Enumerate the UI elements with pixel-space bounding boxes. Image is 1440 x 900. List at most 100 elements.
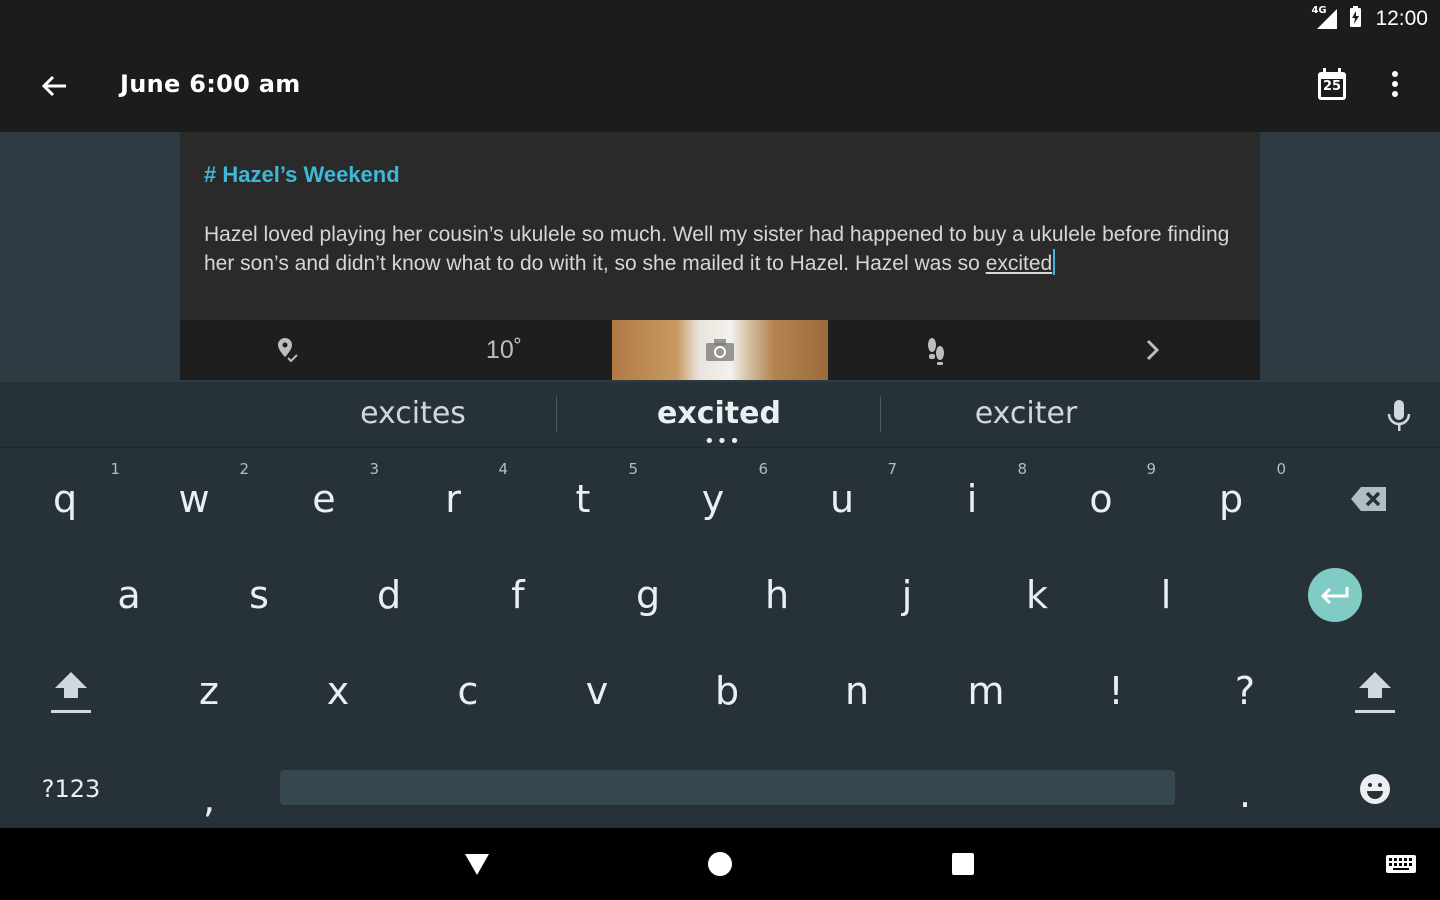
key-x[interactable]: x [279,646,397,736]
journal-entry-editor[interactable]: # Hazel’s Weekend Hazel loved playing he… [180,132,1260,320]
key-h[interactable]: h [718,550,836,640]
key-j[interactable]: j [848,550,966,640]
key-f[interactable]: f [459,550,577,640]
text-cursor [1053,249,1056,275]
status-icons: 4G 12:00 [1309,0,1428,38]
key-t[interactable]: t5 [524,454,642,544]
key-q[interactable]: q1 [6,454,124,544]
switch-keyboard-button[interactable] [1381,844,1421,884]
key-c[interactable]: c [409,646,527,736]
temperature: 10˚ [485,335,523,364]
key-o[interactable]: o9 [1042,454,1160,544]
shift-key-right[interactable] [1316,646,1434,736]
nav-home-button[interactable] [700,844,740,884]
activity-button[interactable] [828,320,1044,380]
key-k[interactable]: k [978,550,1096,640]
footsteps-icon [928,338,944,365]
calendar-button[interactable]: 25 [1312,64,1352,104]
entry-toolbar: 10˚ [180,320,1260,380]
composing-word: excited [985,252,1053,275]
key-hint: 9 [1146,460,1156,478]
key-label: q [52,477,78,521]
key-p[interactable]: p0 [1172,454,1290,544]
status-bar: 4G 12:00 [0,0,1440,38]
key-hint: 1 [110,460,120,478]
key-label: o [1089,477,1113,521]
voice-input-button[interactable] [1384,398,1414,434]
key-label: r [445,477,461,521]
shift-icon [51,672,91,713]
entry-date-title[interactable]: June 6:00 am [120,70,301,98]
key-label: u [829,477,855,521]
key-label: y [701,477,725,521]
symbols-key[interactable]: ?123 [12,744,130,834]
key-r[interactable]: r4 [394,454,512,544]
location-check-icon [278,338,298,363]
emoji-icon [1360,774,1390,804]
entry-tag[interactable]: # Hazel’s Weekend [204,162,400,188]
keyboard-icon [1386,855,1416,873]
back-button[interactable] [34,66,74,106]
suggestion-divider [556,396,557,432]
key-hint: 8 [1017,460,1027,478]
emoji-key[interactable] [1316,744,1434,834]
key-a[interactable]: a [70,550,188,640]
more-options-button[interactable] [1378,64,1412,104]
key-m[interactable]: m [927,646,1045,736]
key-period[interactable]: . [1186,744,1304,834]
nav-recents-button[interactable] [943,844,983,884]
backspace-key[interactable] [1310,454,1428,544]
more-suggestions-dots[interactable]: ••• [704,433,742,451]
space-bar[interactable] [280,770,1175,805]
key-u[interactable]: u7 [783,454,901,544]
recents-square-icon [952,853,974,875]
shift-icon [1355,672,1395,713]
battery-charging-icon [1347,5,1363,33]
mic-icon [1387,400,1411,431]
calendar-day: 25 [1322,79,1342,94]
soft-keyboard: excites excited ••• exciter q1 w2 e3 r4 … [0,382,1440,828]
key-hint: 2 [239,460,249,478]
suggestion-center[interactable]: excited [569,396,869,431]
system-nav-bar [0,828,1440,900]
key-label: w [178,477,210,521]
key-z[interactable]: z [150,646,268,736]
key-e[interactable]: e3 [265,454,383,544]
key-question[interactable]: ? [1186,646,1304,736]
camera-icon [706,339,734,361]
key-hint: 7 [887,460,897,478]
key-i[interactable]: i8 [913,454,1031,544]
cell-signal-icon: 4G [1309,5,1339,31]
enter-key[interactable] [1276,550,1394,640]
more-toolbar-button[interactable] [1044,320,1260,380]
clock: 12:00 [1375,7,1428,30]
key-label: t [575,477,591,521]
key-d[interactable]: d [330,550,448,640]
key-hint: 5 [628,460,638,478]
shift-key-left[interactable] [12,646,130,736]
key-y[interactable]: y6 [654,454,772,544]
key-s[interactable]: s [200,550,318,640]
entry-body-text[interactable]: Hazel loved playing her cousin’s ukulele… [204,220,1244,278]
key-b[interactable]: b [668,646,786,736]
key-n[interactable]: n [798,646,916,736]
key-l[interactable]: l [1107,550,1225,640]
body-text-before: Hazel loved playing her cousin’s ukulele… [204,223,1230,275]
photo-button[interactable] [612,320,828,380]
key-v[interactable]: v [538,646,656,736]
key-g[interactable]: g [589,550,707,640]
location-button[interactable] [180,320,396,380]
enter-icon [1308,568,1362,622]
key-label: e [312,477,336,521]
key-hint: 0 [1276,460,1286,478]
key-hint: 6 [758,460,768,478]
key-hint: 4 [498,460,508,478]
key-comma[interactable]: , [150,744,268,834]
suggestion-left[interactable]: excites [263,396,563,431]
suggestion-right[interactable]: exciter [876,396,1176,431]
key-w[interactable]: w2 [135,454,253,544]
weather-button[interactable]: 10˚ [396,320,612,380]
key-exclamation[interactable]: ! [1057,646,1175,736]
nav-back-button[interactable] [457,844,497,884]
key-label: i [966,477,978,521]
